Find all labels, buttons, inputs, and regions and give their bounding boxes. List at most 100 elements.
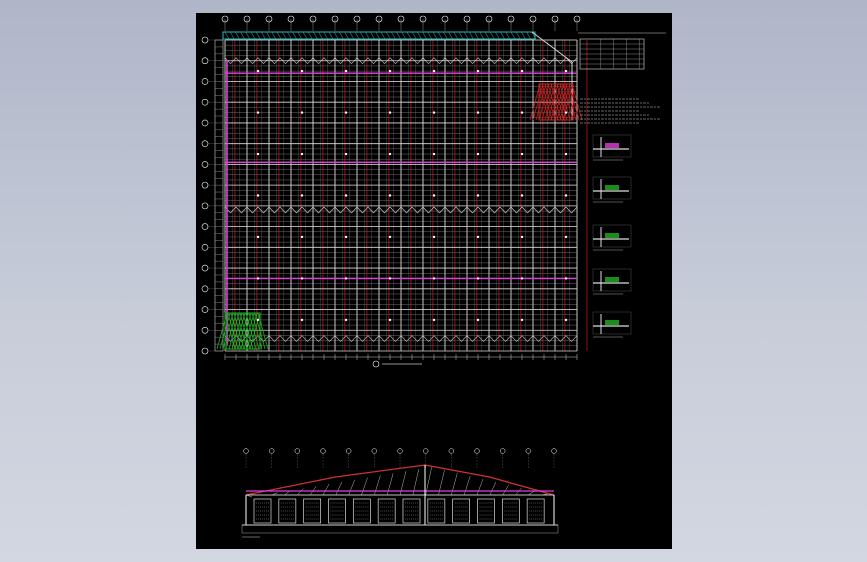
connection-details [592, 134, 632, 338]
roof-edge-hatch [385, 31, 391, 40]
truss-web [312, 206, 319, 214]
elev-truss-web [361, 477, 368, 496]
node-marker [256, 111, 260, 114]
roof-edge-hatch [458, 31, 464, 40]
truss-web [571, 206, 578, 214]
node-marker [476, 69, 480, 73]
elev-truss-web [335, 481, 343, 496]
truss-web [307, 206, 314, 214]
node-marker [388, 318, 392, 322]
truss-web [461, 206, 468, 214]
roof-edge-hatch [229, 31, 235, 40]
truss-web [356, 206, 363, 214]
roof-edge-hatch [302, 31, 308, 40]
notes-area [578, 32, 666, 124]
node-marker [256, 152, 260, 156]
node-marker [300, 111, 304, 114]
roof-edge-hatch [344, 31, 349, 40]
roof-edge-hatch [515, 31, 521, 40]
node-marker [432, 235, 436, 239]
roof-edge-hatch [297, 31, 303, 40]
elev-door [377, 498, 396, 524]
node-marker [520, 111, 524, 114]
grid-bubble-left [201, 306, 209, 313]
roof-edge-hatch [292, 31, 297, 40]
roof-edge-hatch [432, 31, 438, 40]
truss-web [389, 206, 396, 214]
roof-edge-hatch [307, 31, 313, 40]
roof-edge-hatch [333, 31, 339, 40]
node-marker [256, 194, 260, 197]
elev-door [253, 498, 272, 524]
grid-bubble-left [201, 78, 209, 85]
hatch-line [240, 312, 252, 350]
truss-web [521, 206, 528, 214]
hatch-line [236, 312, 248, 350]
node-marker [256, 318, 260, 322]
roof-edge-hatch [437, 31, 443, 40]
elev-truss-web [386, 473, 394, 496]
roof-edge-hatch [479, 31, 485, 40]
truss-web [351, 206, 358, 214]
grid-bubble-left [201, 181, 209, 189]
elev-grid-bubble [269, 448, 275, 454]
truss-web [505, 206, 512, 214]
roof-edge-hatch [365, 31, 370, 40]
roof-edge-hatch [370, 31, 375, 40]
roof-edge-hatch [339, 31, 344, 40]
node-marker [256, 235, 260, 239]
roof-edge-hatch [224, 31, 230, 40]
node-marker [344, 235, 348, 239]
elev-truss-web [374, 475, 381, 496]
roof-edge-hatch [401, 31, 407, 40]
node-marker [344, 318, 348, 322]
elev-truss-web [463, 476, 471, 496]
truss-web [422, 206, 429, 214]
notes-table [579, 38, 645, 70]
roof-edge-hatch [453, 31, 459, 40]
roof-edge-hatch [495, 31, 500, 40]
node-marker [300, 152, 304, 156]
elev-grid-bubble [500, 448, 506, 454]
detail-plate [605, 277, 619, 282]
elev-door [328, 498, 346, 524]
truss-web [246, 206, 253, 214]
node-marker [564, 235, 568, 239]
grid-bubble-left [201, 223, 209, 230]
elev-door [303, 498, 322, 524]
grid-bubble-left [201, 36, 209, 44]
roof-edge-hatch [359, 31, 365, 40]
roof-edge-hatch [276, 31, 282, 40]
elev-truss-web [502, 484, 509, 496]
truss-web [417, 206, 424, 214]
roof-edge-hatch [354, 31, 360, 40]
truss-web [279, 206, 286, 214]
roof-edge-hatch [287, 31, 292, 40]
node-marker [520, 194, 524, 197]
truss-web [235, 206, 242, 214]
elev-grid-bubble [371, 448, 377, 454]
truss-web [565, 206, 572, 214]
node-marker [432, 194, 436, 197]
hatch-line [234, 312, 246, 350]
node-marker [432, 277, 436, 280]
truss-web [290, 206, 297, 214]
truss-web [554, 206, 561, 214]
node-marker [388, 194, 392, 197]
roof-edge-hatch [448, 31, 453, 40]
roof-edge-hatch [510, 31, 516, 40]
node-marker [564, 152, 568, 156]
roof-edge-hatch [328, 31, 334, 40]
node-marker [300, 194, 304, 197]
node-marker [476, 152, 480, 156]
elev-truss-web [297, 488, 304, 496]
roof-edge-hatch [375, 31, 381, 40]
roof-edge-hatch [411, 31, 417, 40]
roof-edge-hatch [396, 31, 401, 40]
truss-web [477, 206, 484, 214]
truss-web [510, 206, 517, 214]
node-marker [476, 194, 480, 197]
truss-web [411, 206, 418, 214]
node-marker [344, 194, 348, 197]
roof-framing-plan [201, 15, 588, 368]
